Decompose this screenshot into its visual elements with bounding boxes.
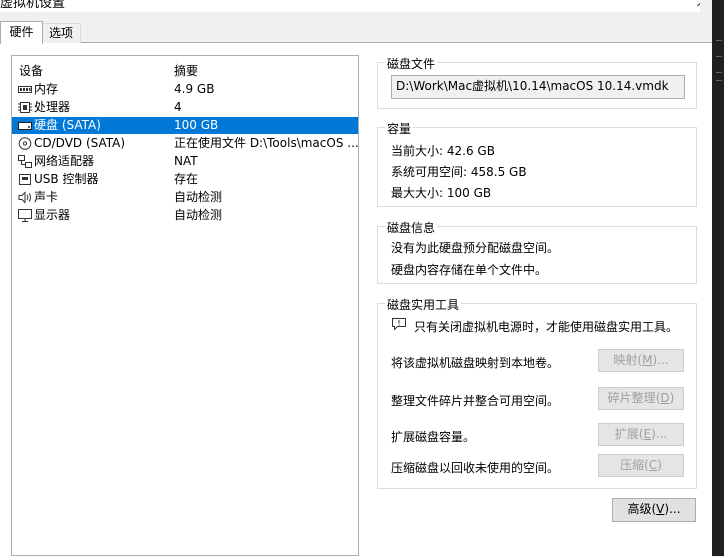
device-row-network-adapter[interactable]: 网络适配器 NAT bbox=[12, 153, 358, 170]
compact-button[interactable]: 压缩(C) bbox=[598, 454, 684, 477]
device-row-display[interactable]: 显示器 自动检测 bbox=[12, 207, 358, 224]
device-row-processor[interactable]: 处理器 4 bbox=[12, 99, 358, 116]
max-size-text: 最大大小: 100 GB bbox=[391, 186, 492, 200]
disk-info-line: 没有为此硬盘预分配磁盘空间。 bbox=[391, 241, 560, 255]
device-row-memory[interactable]: 内存 4.9 GB bbox=[12, 81, 358, 98]
device-summary: 100 GB bbox=[174, 118, 219, 132]
group-title: 容量 bbox=[385, 120, 414, 137]
disk-info-group: 磁盘信息 没有为此硬盘预分配磁盘空间。 硬盘内容存储在单个文件中。 bbox=[377, 219, 697, 284]
speaker-icon bbox=[18, 191, 31, 204]
group-title: 磁盘文件 bbox=[385, 55, 438, 72]
cpu-icon bbox=[18, 102, 32, 113]
defragment-description: 整理文件碎片并整合可用空间。 bbox=[391, 394, 560, 408]
disk-info-line: 硬盘内容存储在单个文件中。 bbox=[391, 263, 548, 277]
device-name: 声卡 bbox=[34, 190, 59, 204]
usb-icon bbox=[19, 174, 31, 185]
defragment-button[interactable]: 碎片整理(D) bbox=[598, 387, 684, 410]
device-summary: NAT bbox=[174, 154, 198, 168]
device-summary: 正在使用文件 D:\Tools\macOS ... bbox=[174, 136, 358, 150]
background-window-edge bbox=[712, 0, 724, 556]
map-description: 将该虚拟机磁盘映射到本地卷。 bbox=[391, 356, 560, 370]
info-icon bbox=[392, 318, 406, 330]
device-summary: 4 bbox=[174, 100, 182, 114]
device-name: USB 控制器 bbox=[34, 172, 99, 186]
system-free-space-text: 系统可用空间: 458.5 GB bbox=[391, 165, 527, 179]
device-list[interactable]: 设备 摘要 内存 4.9 GB 处理器 4 硬盘 (SATA) 100 GB C… bbox=[11, 55, 359, 556]
device-row-cd-dvd[interactable]: CD/DVD (SATA) 正在使用文件 D:\Tools\macOS ... bbox=[12, 135, 358, 152]
device-name: 处理器 bbox=[34, 100, 71, 114]
expand-description: 扩展磁盘容量。 bbox=[391, 430, 476, 444]
device-name: CD/DVD (SATA) bbox=[34, 136, 126, 150]
device-row-sound-card[interactable]: 声卡 自动检测 bbox=[12, 189, 358, 206]
group-title: 磁盘信息 bbox=[385, 219, 438, 236]
compact-description: 压缩磁盘以回收未使用的空间。 bbox=[391, 461, 560, 475]
device-name: 硬盘 (SATA) bbox=[34, 118, 101, 132]
hard-disk-icon bbox=[18, 122, 32, 130]
group-title: 磁盘实用工具 bbox=[385, 296, 462, 313]
device-summary: 存在 bbox=[174, 172, 199, 186]
expand-button[interactable]: 扩展(E)... bbox=[598, 423, 684, 446]
title-bar: 虚拟机设置 bbox=[0, 0, 700, 12]
device-row-hard-disk[interactable]: 硬盘 (SATA) 100 GB bbox=[12, 117, 358, 134]
tab-options[interactable]: 选项 bbox=[41, 23, 81, 43]
advanced-button[interactable]: 高级(V)... bbox=[612, 498, 696, 522]
network-icon bbox=[18, 155, 32, 168]
column-header-device[interactable]: 设备 bbox=[19, 62, 43, 79]
window-title: 虚拟机设置 bbox=[0, 0, 66, 11]
disk-utilities-group: 磁盘实用工具 只有关闭虚拟机电源时，才能使用磁盘实用工具。 将该虚拟机磁盘映射到… bbox=[377, 296, 697, 489]
device-name: 网络适配器 bbox=[34, 154, 95, 168]
utilities-note: 只有关闭虚拟机电源时，才能使用磁盘实用工具。 bbox=[414, 320, 679, 334]
disk-file-group: 磁盘文件 D:\Work\Mac虚拟机\10.14\macOS 10.14.vm… bbox=[377, 55, 697, 109]
device-summary: 4.9 GB bbox=[174, 82, 215, 96]
cd-dvd-icon bbox=[18, 137, 32, 150]
device-summary: 自动检测 bbox=[174, 190, 223, 204]
device-name: 内存 bbox=[34, 82, 59, 96]
capacity-group: 容量 当前大小: 42.6 GB 系统可用空间: 458.5 GB 最大大小: … bbox=[377, 120, 697, 207]
current-size-text: 当前大小: 42.6 GB bbox=[391, 144, 495, 158]
device-summary: 自动检测 bbox=[174, 208, 223, 222]
memory-icon bbox=[18, 86, 32, 93]
tab-hardware[interactable]: 硬件 bbox=[0, 21, 43, 44]
close-icon[interactable] bbox=[696, 0, 700, 8]
device-name: 显示器 bbox=[34, 208, 71, 222]
map-button[interactable]: 映射(M)... bbox=[598, 349, 684, 372]
device-row-usb-controller[interactable]: USB 控制器 存在 bbox=[12, 171, 358, 188]
column-header-summary[interactable]: 摘要 bbox=[174, 62, 198, 79]
disk-file-path-field[interactable]: D:\Work\Mac虚拟机\10.14\macOS 10.14.vmdk bbox=[391, 75, 685, 99]
monitor-icon bbox=[18, 209, 32, 222]
